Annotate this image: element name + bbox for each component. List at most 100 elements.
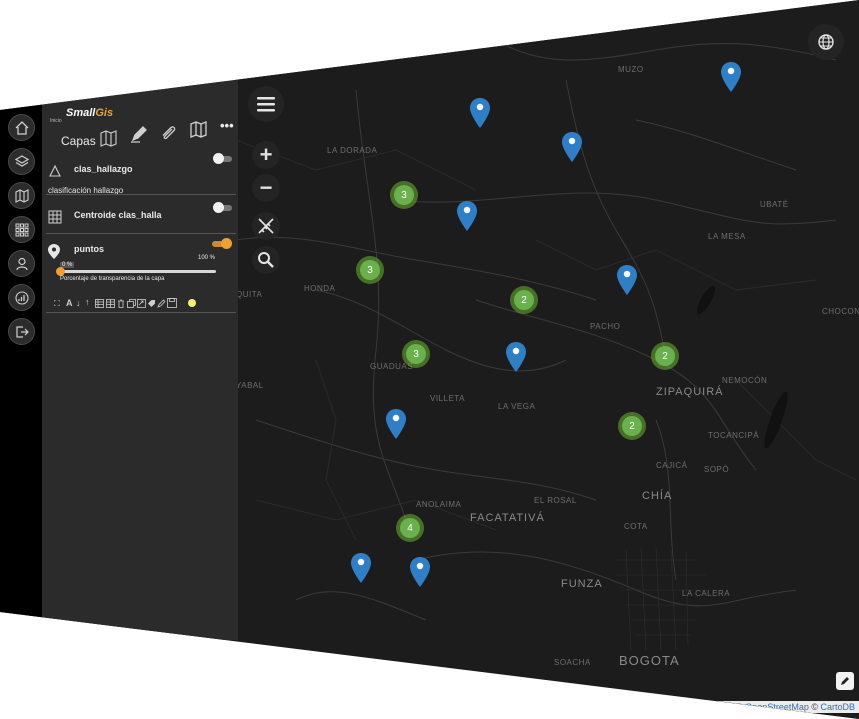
location-marker-icon[interactable] — [410, 557, 430, 587]
map-icon[interactable] — [100, 130, 117, 147]
cluster-marker[interactable]: 4 — [396, 514, 424, 542]
logout-icon — [15, 325, 29, 338]
label-tool-button[interactable]: A — [66, 298, 73, 308]
zoom-in-button[interactable]: + — [252, 141, 280, 169]
place-label: LA MESA — [708, 232, 746, 241]
zoom-out-button[interactable]: − — [252, 174, 280, 202]
layer-name: Centroide clas_halla — [74, 210, 162, 220]
draw-icon[interactable] — [130, 126, 147, 143]
location-marker-icon[interactable] — [351, 553, 371, 583]
transparency-max-label: 100 % — [198, 255, 216, 261]
map-attribution: Leaflet | © OpenStreetMap © CartoDB — [697, 701, 859, 713]
map-view[interactable]: MUZO LA DORADA UBATÉ LA MESA HONDA QUITA… — [236, 0, 859, 719]
menu-button[interactable] — [248, 86, 284, 122]
location-marker-icon[interactable] — [562, 132, 582, 162]
leaflet-link[interactable]: Leaflet — [702, 702, 729, 712]
copy-icon[interactable] — [127, 299, 136, 308]
cluster-marker[interactable]: 3 — [390, 181, 418, 209]
layer-color-swatch[interactable] — [188, 299, 196, 307]
cluster-marker[interactable]: 2 — [651, 342, 679, 370]
map-icon — [14, 188, 29, 203]
smallgis-app: MUZO LA DORADA UBATÉ LA MESA HONDA QUITA… — [0, 0, 859, 719]
zoom-to-layer-icon[interactable]: ⛶ — [54, 299, 60, 309]
place-label: HONDA — [304, 284, 336, 293]
map-basemap — [236, 39, 857, 651]
cluster-marker[interactable]: 2 — [618, 412, 646, 440]
edit-style-icon[interactable] — [157, 299, 166, 308]
pin-icon — [48, 244, 60, 259]
layers-icon — [14, 154, 29, 167]
map-button[interactable] — [8, 182, 35, 209]
icon-rail — [0, 100, 42, 620]
place-label: EL ROSAL — [534, 496, 577, 505]
place-label: CHOCONTÁ — [822, 307, 859, 316]
place-label: MUZO — [618, 65, 644, 74]
place-label: VILLETA — [430, 394, 465, 403]
polygon-icon — [49, 164, 61, 177]
place-label: UBATÉ — [760, 200, 789, 209]
place-label: FUNZA — [561, 578, 603, 590]
edit-button[interactable] — [836, 672, 854, 690]
folded-map-icon[interactable] — [190, 121, 207, 138]
layers-button[interactable] — [8, 148, 35, 175]
user-icon — [15, 257, 28, 270]
location-marker-icon[interactable] — [617, 265, 637, 295]
apps-button[interactable] — [8, 216, 35, 243]
grid-icon — [48, 210, 62, 224]
layer-divider — [46, 194, 236, 195]
place-label: SOPÓ — [704, 465, 730, 474]
place-label: BOGOTA — [619, 653, 680, 668]
home-link[interactable]: Inicio — [50, 118, 62, 124]
analytics-icon — [14, 290, 29, 305]
search-button[interactable] — [252, 246, 280, 274]
logout-button[interactable] — [8, 318, 35, 345]
attribute-table-icon[interactable] — [106, 299, 115, 308]
layer-visibility-toggle[interactable] — [213, 202, 232, 213]
location-marker-icon[interactable] — [386, 409, 406, 439]
cluster-marker[interactable]: 3 — [402, 340, 430, 368]
export-icon[interactable] — [137, 299, 146, 308]
place-label: LA DORADA — [327, 146, 378, 155]
table-icon[interactable] — [95, 299, 104, 308]
place-label: COTA — [624, 522, 648, 531]
layer-name: puntos — [74, 244, 104, 254]
cluster-marker[interactable]: 3 — [356, 256, 384, 284]
osm-link[interactable]: OpenStreetMap — [745, 702, 809, 712]
cluster-marker[interactable]: 2 — [510, 286, 538, 314]
place-label: FACATATIVÁ — [470, 512, 545, 524]
arrow-up-icon[interactable]: ↑ — [85, 297, 90, 307]
more-options-button[interactable]: ••• — [220, 118, 234, 133]
home-icon — [15, 120, 28, 135]
measure-button[interactable] — [252, 212, 280, 240]
attach-icon[interactable] — [160, 125, 177, 142]
place-label: LA VEGA — [498, 402, 536, 411]
analytics-button[interactable] — [8, 284, 35, 311]
location-marker-icon[interactable] — [470, 98, 490, 128]
place-label: CAJICÁ — [656, 461, 688, 470]
carto-link[interactable]: CartoDB — [820, 702, 855, 712]
layer-visibility-toggle[interactable] — [213, 153, 232, 164]
ruler-icon — [258, 218, 274, 234]
label-tag-icon[interactable] — [147, 299, 156, 308]
place-label: ANOLAIMA — [416, 500, 462, 509]
location-marker-icon[interactable] — [506, 342, 526, 372]
apps-grid-icon — [15, 223, 28, 236]
user-button[interactable] — [8, 250, 35, 277]
place-label: LA CALERA — [682, 589, 731, 598]
home-button[interactable] — [8, 114, 35, 141]
layer-divider — [46, 312, 236, 313]
save-icon[interactable] — [167, 298, 177, 308]
basemap-button[interactable] — [808, 24, 844, 60]
pencil-icon — [841, 677, 849, 685]
location-marker-icon[interactable] — [721, 62, 741, 92]
transparency-slider[interactable] — [60, 270, 216, 273]
location-marker-icon[interactable] — [457, 201, 477, 231]
arrow-down-icon[interactable]: ↓ — [76, 298, 81, 308]
trash-icon[interactable] — [117, 299, 125, 308]
transparency-slider-thumb[interactable] — [56, 267, 65, 276]
layers-panel: Inicio SmallGis Capas ••• clas_hallazgo … — [42, 80, 238, 640]
search-icon — [258, 252, 274, 268]
layer-visibility-toggle[interactable] — [212, 238, 232, 249]
place-label: CHÍA — [642, 490, 673, 502]
globe-icon — [818, 34, 834, 50]
